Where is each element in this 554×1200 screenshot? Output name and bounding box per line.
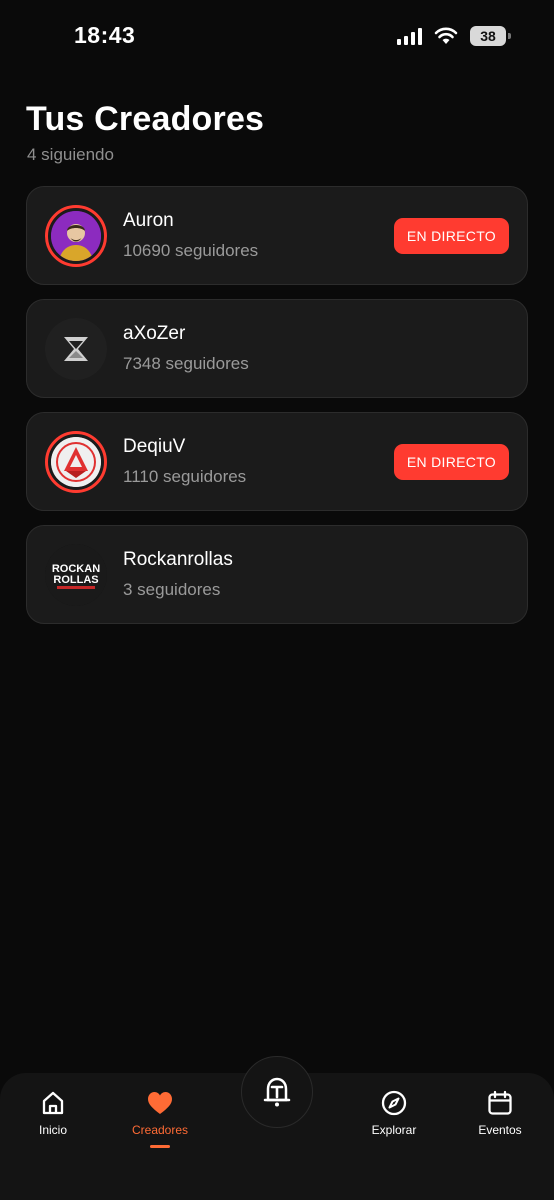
tab-inicio[interactable]: Inicio (8, 1089, 98, 1137)
tab-label: Inicio (38, 1123, 67, 1137)
creator-info: DeqiuV 1110 seguidores (123, 436, 246, 487)
creator-list: Auron 10690 seguidores EN DIRECTO aXoZer… (26, 186, 528, 624)
live-badge[interactable]: EN DIRECTO (393, 218, 509, 254)
creator-followers: 10690 seguidores (123, 241, 259, 260)
avatar-image-rockanrollas: ROCKAN ROLLAS (45, 543, 107, 606)
cellular-signal-icon (397, 27, 422, 45)
active-tab-indicator (150, 1145, 170, 1148)
following-count: 4 siguiendo (27, 145, 114, 164)
creator-info: Rockanrollas 3 seguidores (123, 549, 233, 600)
creator-card-deqiuv[interactable]: DeqiuV 1110 seguidores EN DIRECTO (26, 412, 528, 511)
heart-icon (148, 1092, 172, 1114)
status-time: 18:43 (74, 22, 136, 48)
creator-card-axozer[interactable]: aXoZer 7348 seguidores (26, 299, 528, 398)
avatar: ROCKAN ROLLAS (45, 543, 107, 606)
creator-name: aXoZer (123, 323, 186, 344)
status-icons: 38 (397, 26, 511, 46)
tab-label: Eventos (478, 1123, 522, 1137)
avatar-logo-text: ROLLAS (53, 574, 98, 586)
creator-card-rockanrollas[interactable]: ROCKAN ROLLAS Rockanrollas 3 seguidores (26, 525, 528, 624)
tab-label: Creadores (131, 1123, 189, 1137)
creator-followers: 3 seguidores (123, 580, 221, 599)
tab-eventos[interactable]: Eventos (455, 1089, 545, 1137)
avatar (45, 204, 107, 267)
bell-logo-icon (263, 1077, 291, 1107)
bottom-tab-bar: Inicio Creadores Explorar Eventos (0, 1056, 554, 1200)
creator-card-auron[interactable]: Auron 10690 seguidores EN DIRECTO (26, 186, 528, 285)
creator-name: Auron (123, 210, 174, 231)
tab-explorar[interactable]: Explorar (349, 1089, 439, 1137)
calendar-icon (488, 1090, 512, 1115)
status-bar: 18:43 38 (0, 0, 554, 76)
avatar-image-auron (51, 210, 101, 261)
avatar (45, 317, 107, 380)
tab-creadores[interactable]: Creadores (115, 1089, 205, 1148)
tab-label: Explorar (371, 1123, 417, 1137)
battery-indicator: 38 (470, 26, 511, 46)
creator-info: Auron 10690 seguidores (123, 210, 258, 261)
home-icon (42, 1091, 64, 1115)
creator-followers: 7348 seguidores (123, 354, 249, 373)
avatar (45, 430, 107, 493)
creator-name: Rockanrollas (123, 549, 233, 570)
avatar-image-axozer (45, 317, 107, 380)
page-title: Tus Creadores (26, 100, 265, 138)
creator-info: aXoZer 7348 seguidores (123, 323, 249, 374)
compass-icon (381, 1090, 407, 1116)
creator-followers: 1110 seguidores (123, 467, 247, 486)
creator-name: DeqiuV (123, 436, 186, 457)
live-badge[interactable]: EN DIRECTO (393, 444, 509, 480)
center-action-button[interactable] (241, 1056, 313, 1128)
avatar-image-deqiuv (51, 436, 101, 487)
wifi-icon (434, 27, 458, 44)
